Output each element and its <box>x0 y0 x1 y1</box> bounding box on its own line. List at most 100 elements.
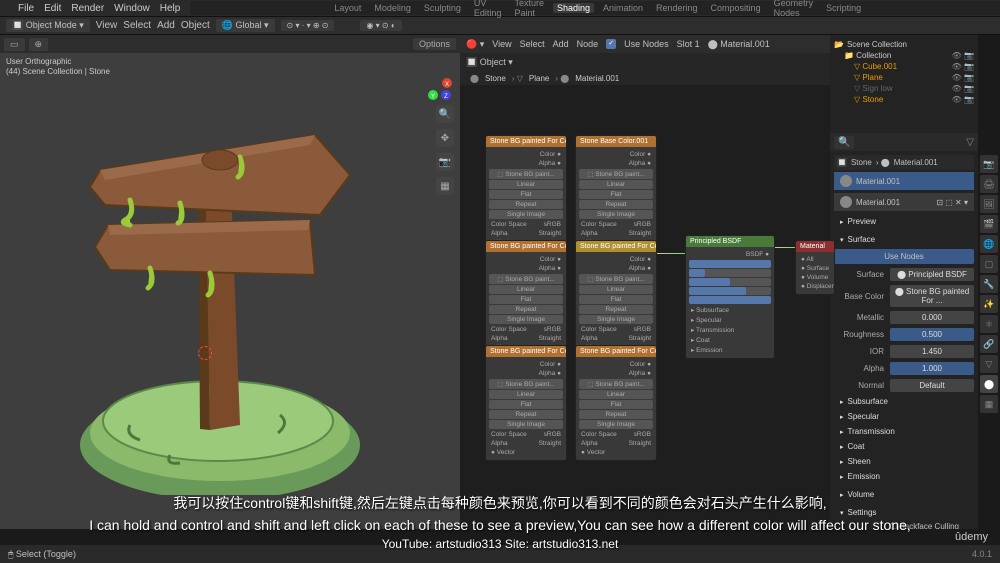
ior-slider[interactable]: 1.450 <box>890 345 974 358</box>
menu-window[interactable]: Window <box>114 3 150 14</box>
workspace-tab-compositing[interactable]: Compositing <box>707 3 765 13</box>
workspace-tab-shading[interactable]: Shading <box>553 3 594 13</box>
subsection-coat[interactable]: Coat <box>834 439 974 454</box>
image-texture-node[interactable]: Stone BG painted For Course foto 4.jpgCo… <box>575 240 657 356</box>
image-texture-node[interactable]: Stone BG painted For Course foto 4.jpgCo… <box>575 345 657 461</box>
alpha-slider[interactable]: 1.000 <box>890 362 974 375</box>
workspace-tab-rendering[interactable]: Rendering <box>652 3 702 13</box>
viewport-toolbar: 🔲 Object Mode ▾ View Select Add Object 🌐… <box>0 17 1000 35</box>
tab-world[interactable]: 🌐 <box>980 235 998 253</box>
settings-section[interactable]: Settings <box>834 505 974 520</box>
tab-particles[interactable]: ✨ <box>980 295 998 313</box>
vp-object[interactable]: Object <box>181 20 210 31</box>
outliner[interactable]: 📂 Scene Collection 📁 Collection👁 📷▽ Cube… <box>830 35 978 133</box>
principled-bsdf-node[interactable]: Principled BSDFBSDF ●▸ Subsurface▸ Specu… <box>685 235 775 359</box>
menu-render[interactable]: Render <box>71 3 104 14</box>
tab-modifier[interactable]: 🔧 <box>980 275 998 293</box>
surface-shader[interactable]: ⬤ Principled BSDF <box>890 268 974 281</box>
select-box-icon[interactable]: ▭ <box>4 38 25 51</box>
options-btn[interactable]: Options <box>413 38 456 50</box>
ne-node[interactable]: Node <box>577 39 599 49</box>
subsection-specular[interactable]: Specular <box>834 409 974 424</box>
shader-node-editor[interactable]: 🔴 ▾ View Select Add Node ✓ Use Nodes Slo… <box>460 35 830 529</box>
material-output-node[interactable]: Material● All● Surface● Volume● Displace… <box>795 240 835 295</box>
subsection-emission[interactable]: Emission <box>834 469 974 484</box>
vp-select[interactable]: Select <box>123 20 151 31</box>
image-texture-node[interactable]: Stone BG painted For Course foto 4.jpgCo… <box>485 135 567 251</box>
material-slot[interactable]: Material.001 <box>834 172 974 190</box>
normal-input[interactable]: Default <box>890 379 974 392</box>
scene-collection[interactable]: 📂 Scene Collection <box>834 39 974 50</box>
metallic-slider[interactable]: 0.000 <box>890 311 974 324</box>
workspace-tab-geometry-nodes[interactable]: Geometry Nodes <box>770 0 818 18</box>
ne-view[interactable]: View <box>492 39 511 49</box>
right-panel: 📂 Scene Collection 📁 Collection👁 📷▽ Cube… <box>830 35 1000 529</box>
svg-text:Z: Z <box>444 94 448 100</box>
preview-section[interactable]: Preview <box>834 214 974 229</box>
workspace-tab-layout[interactable]: Layout <box>330 3 365 13</box>
outliner-item[interactable]: ▽ Stone👁 📷 <box>834 94 974 105</box>
menu-help[interactable]: Help <box>160 3 181 14</box>
subsection-transmission[interactable]: Transmission <box>834 424 974 439</box>
workspace-tab-modeling[interactable]: Modeling <box>370 3 415 13</box>
workspace-tab-texture-paint[interactable]: Texture Paint <box>510 0 548 18</box>
tab-data[interactable]: ▽ <box>980 355 998 373</box>
filter-icon[interactable]: ▽ <box>966 137 974 148</box>
use-nodes-button[interactable]: Use Nodes <box>834 249 974 264</box>
tab-output[interactable]: 🖨 <box>980 175 998 193</box>
tab-material[interactable]: ⬤ <box>980 375 998 393</box>
material-name-field[interactable]: Material.001 ⊡ ⬚ ✕ ▾ <box>834 193 974 211</box>
tab-physics[interactable]: ⚛ <box>980 315 998 333</box>
ne-material[interactable]: ⬤ Material.001 <box>708 39 770 50</box>
nav-gizmo[interactable]: XYZ <box>426 75 450 99</box>
vp-header-icons: ▭ ⊕ Options <box>0 35 460 53</box>
tab-constraint[interactable]: 🔗 <box>980 335 998 353</box>
workspace-tab-uv-editing[interactable]: UV Editing <box>470 0 506 18</box>
snap-icons[interactable]: ⊙ ▾ · ▾ ⊕ ⊙ <box>281 20 335 31</box>
outliner-item[interactable]: ▽ Cube.001👁 📷 <box>834 61 974 72</box>
ne-add[interactable]: Add <box>553 39 569 49</box>
vp-nav-icons: 🔍 ✥ 📷 ▦ <box>436 105 454 195</box>
outliner-item[interactable]: ▽ Plane👁 📷 <box>834 72 974 83</box>
tab-scene[interactable]: 🎬 <box>980 215 998 233</box>
tab-render[interactable]: 📷 <box>980 155 998 173</box>
persp-icon[interactable]: ▦ <box>436 177 454 195</box>
search-icon[interactable]: 🔍 <box>834 136 854 149</box>
subsection-sheen[interactable]: Sheen <box>834 454 974 469</box>
subsection-subsurface[interactable]: Subsurface <box>834 394 974 409</box>
vp-view[interactable]: View <box>96 20 118 31</box>
image-texture-node[interactable]: Stone BG painted For Course foto 4.jpgCo… <box>485 345 567 461</box>
image-texture-node[interactable]: Stone Base Color.001Color ●Alpha ●⬚ Ston… <box>575 135 657 251</box>
surface-section[interactable]: Surface <box>834 232 974 247</box>
workspace-tab-scripting[interactable]: Scripting <box>822 3 865 13</box>
vp-add[interactable]: Add <box>157 20 175 31</box>
mode-selector[interactable]: 🔲 Object Mode ▾ <box>6 19 90 32</box>
tab-texture[interactable]: ▦ <box>980 395 998 413</box>
workspace-tab-animation[interactable]: Animation <box>599 3 647 13</box>
ne-type[interactable]: 🔴 ▾ <box>466 39 484 50</box>
transform-orient[interactable]: 🌐 Global ▾ <box>216 19 275 32</box>
camera-icon[interactable]: 📷 <box>436 153 454 171</box>
menu-edit[interactable]: Edit <box>44 3 61 14</box>
breadcrumb: ⬤ Stone › ▽ Plane › ⬤ Material.001 <box>460 71 830 85</box>
image-texture-node[interactable]: Stone BG painted For Course foto 4.jpgCo… <box>485 240 567 356</box>
menu-file[interactable]: File <box>18 3 34 14</box>
workspace-tab-sculpting[interactable]: Sculpting <box>420 3 465 13</box>
tab-object[interactable]: ▢ <box>980 255 998 273</box>
roughness-slider[interactable]: 0.500 <box>890 328 974 341</box>
volume-section[interactable]: Volume <box>834 487 974 502</box>
zoom-icon[interactable]: 🔍 <box>436 105 454 123</box>
ne-select[interactable]: Select <box>520 39 545 49</box>
ne-object-mode[interactable]: 🔲 Object ▾ <box>466 57 513 68</box>
tab-view[interactable]: 🖼 <box>980 195 998 213</box>
outliner-item[interactable]: 📁 Collection👁 📷 <box>834 50 974 61</box>
base-color[interactable]: ⬤ Stone BG painted For ... <box>890 285 974 307</box>
cursor-icon[interactable]: ⊕ <box>29 38 49 51</box>
slot-select[interactable]: Slot 1 <box>677 39 700 49</box>
workspace-tabs: Layout Modeling Sculpting UV EditingTexture… <box>190 1 1000 15</box>
outliner-item[interactable]: ▽ Sign low👁 📷 <box>834 83 974 94</box>
proportional-icons[interactable]: ◉ ▾ ⊙ ◐ <box>360 20 401 31</box>
use-nodes-check[interactable]: ✓ <box>606 39 616 49</box>
move-icon[interactable]: ✥ <box>436 129 454 147</box>
3d-viewport[interactable]: ▭ ⊕ Options User Orthographic (44) Scene… <box>0 35 460 529</box>
